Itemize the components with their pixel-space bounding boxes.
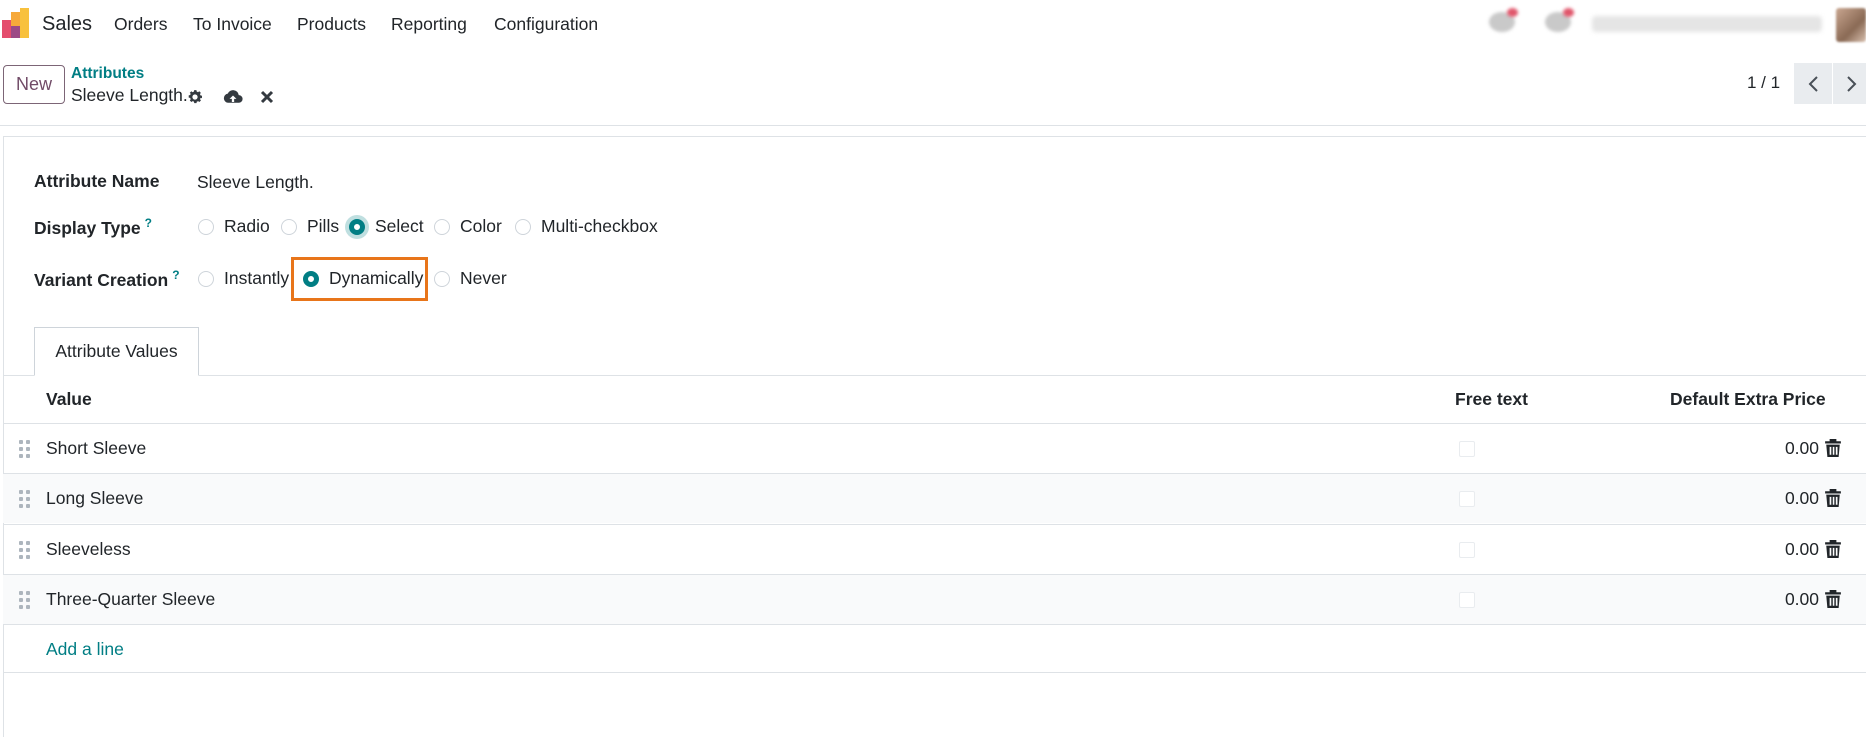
trash-icon[interactable]	[1825, 540, 1841, 558]
variant-creation-radio-never[interactable]: Never	[434, 268, 507, 289]
radio-button[interactable]	[434, 270, 450, 287]
table-bottom-border	[3, 672, 1866, 673]
attribute-name-label: Attribute Name	[34, 171, 160, 191]
radio-button[interactable]	[198, 270, 214, 287]
radio-label: Never	[460, 268, 507, 288]
free-text-checkbox[interactable]	[1459, 491, 1475, 507]
app-logo-icon[interactable]	[2, 8, 30, 38]
value-cell[interactable]: Short Sleeve	[46, 438, 146, 459]
radio-button[interactable]	[281, 218, 297, 235]
radio-button[interactable]	[515, 218, 531, 235]
trash-icon[interactable]	[1825, 590, 1841, 608]
table-row[interactable]: Long Sleeve 0.00	[3, 473, 1866, 523]
radio-label: Instantly	[224, 268, 290, 288]
value-cell[interactable]: Sleeveless	[46, 539, 131, 560]
price-cell[interactable]: 0.00	[1785, 539, 1819, 560]
table-row[interactable]: Sleeveless 0.00	[3, 524, 1866, 574]
close-icon[interactable]	[257, 87, 277, 107]
table-row[interactable]: Three-Quarter Sleeve 0.00	[3, 574, 1866, 624]
chevron-right-icon[interactable]	[1833, 63, 1866, 104]
drag-handle-icon[interactable]	[19, 541, 31, 559]
radio-label: Dynamically	[329, 268, 424, 288]
menu-orders[interactable]: Orders	[114, 14, 167, 35]
radio-label: Pills	[307, 216, 340, 236]
help-tooltip-icon[interactable]: ?	[172, 268, 179, 282]
trash-icon[interactable]	[1825, 439, 1841, 457]
gear-icon[interactable]	[185, 87, 205, 107]
radio-label: Radio	[224, 216, 270, 236]
menu-reporting[interactable]: Reporting	[391, 14, 467, 35]
chat-counter-badge	[1507, 8, 1518, 17]
menu-to-invoice[interactable]: To Invoice	[193, 14, 272, 35]
table-row-divider	[3, 624, 1866, 625]
drag-handle-icon[interactable]	[19, 591, 31, 609]
radio-label: Select	[375, 216, 424, 236]
price-cell[interactable]: 0.00	[1785, 589, 1819, 610]
free-text-checkbox[interactable]	[1459, 441, 1475, 457]
radio-button[interactable]	[434, 218, 450, 235]
drag-handle-icon[interactable]	[19, 490, 31, 508]
radio-button-selected[interactable]	[303, 270, 319, 287]
cloud-upload-icon[interactable]	[223, 87, 243, 107]
add-line-link[interactable]: Add a line	[46, 639, 124, 660]
table-row[interactable]: Short Sleeve 0.00	[3, 423, 1866, 473]
column-header-free-text[interactable]: Free text	[1455, 389, 1528, 410]
new-button[interactable]: New	[3, 65, 65, 104]
display-type-radio-pills[interactable]: Pills	[281, 216, 339, 237]
price-cell[interactable]: 0.00	[1785, 488, 1819, 509]
app-name[interactable]: Sales	[42, 13, 92, 36]
tab-attribute-values[interactable]: Attribute Values	[34, 327, 199, 376]
radio-button[interactable]	[198, 218, 214, 235]
pager-value[interactable]: 1 / 1	[1747, 73, 1780, 93]
control-panel: New Attributes Sleeve Length. 1 / 1	[0, 50, 1866, 126]
radio-label: Multi-checkbox	[541, 216, 658, 236]
menu-configuration[interactable]: Configuration	[494, 14, 598, 35]
display-type-radio-color[interactable]: Color	[434, 216, 502, 237]
variant-creation-label: Variant Creation?	[34, 268, 180, 290]
attribute-name-field[interactable]: Sleeve Length.	[197, 172, 314, 193]
trash-icon[interactable]	[1825, 489, 1841, 507]
activity-counter-badge	[1563, 8, 1574, 17]
radio-button-selected[interactable]	[349, 218, 365, 235]
free-text-checkbox[interactable]	[1459, 542, 1475, 558]
radio-label: Color	[460, 216, 502, 236]
display-type-radio-radio[interactable]: Radio	[198, 216, 270, 237]
variant-creation-radio-instantly[interactable]: Instantly	[198, 268, 289, 289]
help-tooltip-icon[interactable]: ?	[145, 216, 152, 230]
display-type-label: Display Type?	[34, 216, 153, 238]
breadcrumb-current-record: Sleeve Length.	[71, 85, 188, 105]
free-text-checkbox[interactable]	[1459, 592, 1475, 608]
price-cell[interactable]: 0.00	[1785, 438, 1819, 459]
display-type-radio-select[interactable]: Select	[349, 216, 424, 237]
chevron-left-icon[interactable]	[1794, 63, 1832, 104]
column-header-value[interactable]: Value	[46, 389, 92, 410]
display-type-radio-multi-checkbox[interactable]: Multi-checkbox	[515, 216, 658, 237]
tab-divider	[3, 375, 1866, 376]
value-cell[interactable]: Long Sleeve	[46, 488, 143, 509]
value-cell[interactable]: Three-Quarter Sleeve	[46, 589, 215, 610]
drag-handle-icon[interactable]	[19, 440, 31, 458]
company-switcher[interactable]	[1592, 16, 1822, 32]
breadcrumb-attributes[interactable]: Attributes	[71, 65, 144, 83]
avatar[interactable]	[1836, 8, 1866, 42]
column-header-default-extra-price[interactable]: Default Extra Price	[1670, 389, 1826, 410]
menu-products[interactable]: Products	[297, 14, 366, 35]
variant-creation-radio-dynamically[interactable]: Dynamically	[303, 268, 423, 289]
top-navbar: Sales Orders To Invoice Products Reporti…	[0, 0, 1866, 50]
